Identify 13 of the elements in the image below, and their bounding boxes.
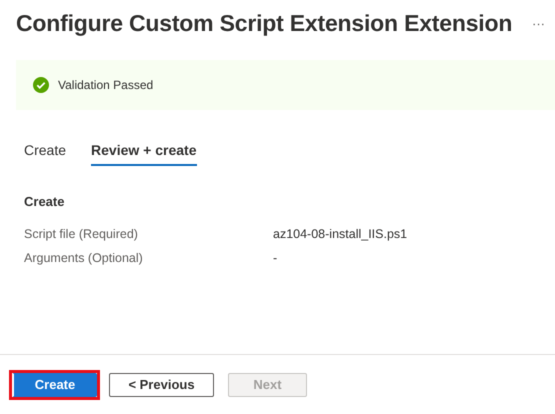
field-label: Script file (Required) [24, 227, 139, 241]
banner-text: Validation Passed [58, 78, 154, 92]
section-heading: Create [24, 194, 66, 209]
page-title: Configure Custom Script Extension Extension [16, 10, 514, 36]
previous-button[interactable]: < Previous [109, 372, 214, 396]
check-circle-icon [33, 77, 49, 93]
tab[interactable]: Create [24, 138, 66, 166]
create-button[interactable]: Create [12, 372, 97, 396]
field-value: - [273, 251, 278, 265]
tab[interactable]: Review + create [91, 138, 196, 166]
field-value: az104-08-install_IIS.ps1 [273, 227, 408, 241]
field-label: Arguments (Optional) [24, 251, 144, 265]
more-button[interactable]: ··· [526, 16, 551, 30]
